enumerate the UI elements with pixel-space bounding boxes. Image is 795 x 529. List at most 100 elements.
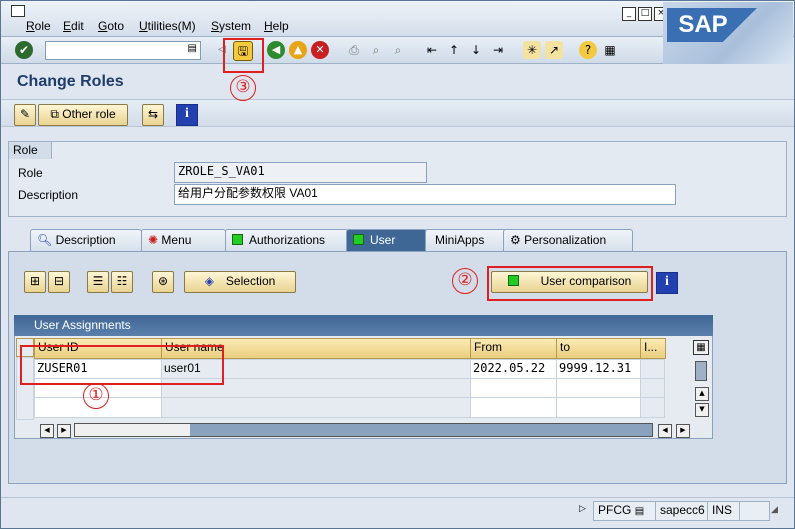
deselect-all-icon[interactable]: ☷ [111,271,133,293]
resize-grip-icon[interactable]: ◢ [771,505,778,515]
menu-help[interactable]: Help [264,19,289,33]
select-all-icon[interactable]: ☰ [87,271,109,293]
tab-user[interactable]: User [346,229,427,252]
menu-edit[interactable]: Edit [63,19,84,33]
exit-icon[interactable]: ▲ [289,41,307,59]
table-cell-empty[interactable] [470,397,560,418]
table-cell-empty[interactable] [556,397,644,418]
command-history-icon[interactable]: ▤ [188,43,197,54]
menu-role[interactable]: Role [26,19,51,33]
status-transaction: PFCG ▤ [593,501,661,521]
hierarchy-icon[interactable]: ⇆ [142,104,164,126]
status-list-icon[interactable]: ▤ [635,506,644,517]
status-transaction-text: PFCG [598,503,632,517]
annotation-one: ① [83,383,109,409]
layout-icon[interactable]: ▦ [601,41,619,59]
table-cell-empty [640,378,665,399]
standard-toolbar: ✔ ▤ ◁ 🖫 ◀ ▲ ✕ ⎙ ⌕ ⌕ ⇤ ↑ ↓ ⇥ ✳ ↗ ? ▦ [1,37,663,64]
scroll-right-icon[interactable]: ▶ [57,424,71,438]
table-cell-empty[interactable] [470,378,560,399]
insert-row-icon[interactable]: ⊞ [24,271,46,293]
table-cell-empty [640,397,665,418]
selection-icon: ◈ [204,274,214,288]
system-menu-icon[interactable] [11,5,25,17]
annotation-box-user-id [20,345,224,385]
title-bar: Change Roles [1,65,794,99]
scroll-down-icon[interactable]: ▼ [695,403,709,417]
status-empty [739,501,770,521]
tab-personalization[interactable]: ⚙ Personalization [503,229,633,252]
info-icon[interactable]: i [656,272,678,294]
table-settings-icon[interactable]: ▦ [693,340,709,355]
sap-logo: SAP [663,2,793,64]
annotation-three: ③ [230,75,256,101]
page-title: Change Roles [17,73,124,90]
column-header-from[interactable]: From [470,338,561,359]
tab-personalization-label: Personalization [524,233,607,247]
description-field[interactable]: 给用户分配参数权限 VA01 [174,184,676,205]
cell-to[interactable]: 9999.12.31 [556,359,644,380]
menu-system[interactable]: System [211,19,251,33]
role-group-title: Role [8,141,52,159]
previous-page-icon[interactable]: ↑ [445,41,463,59]
user-change-documents-icon[interactable]: ⊛ [152,271,174,293]
cancel-icon[interactable]: ✕ [311,41,329,59]
first-page-icon[interactable]: ⇤ [423,41,441,59]
scroll-right-icon[interactable]: ▶ [676,424,690,438]
create-session-icon[interactable]: ✳ [523,41,541,59]
help-icon[interactable]: ? [579,41,597,59]
vertical-scroll-thumb[interactable] [695,361,707,381]
find-icon[interactable]: ⌕ [367,41,385,59]
tab-authorizations-label: Authorizations [249,233,326,247]
tab-menu[interactable]: ✺ Menu [141,229,226,252]
tab-user-label: User [370,233,396,247]
role-label: Role [18,166,43,180]
other-role-button[interactable]: ⧉ Other role [38,104,128,126]
scroll-up-icon[interactable]: ▲ [695,387,709,401]
shortcut-icon[interactable]: ↗ [545,41,563,59]
tab-description[interactable]: 🔍︎ Description [30,229,142,252]
minimize-icon[interactable]: _ [622,7,636,21]
last-page-icon[interactable]: ⇥ [489,41,507,59]
command-field[interactable]: ▤ [45,41,201,60]
info-icon[interactable]: i [176,104,198,126]
annotation-box-user-comparison [487,266,653,301]
table-title: User Assignments [14,315,713,336]
next-page-icon[interactable]: ↓ [467,41,485,59]
scroll-left-icon[interactable]: ◀ [40,424,54,438]
status-server: sapecc6 [655,501,713,521]
delete-row-icon[interactable]: ⊟ [48,271,70,293]
horizontal-scroll-thumb[interactable] [75,424,190,436]
tab-menu-label: Menu [161,233,192,247]
cell-i [640,359,665,380]
green-square-icon [232,234,243,245]
other-role-label: Other role [62,107,116,121]
column-header-to[interactable]: to [556,338,645,359]
cell-from[interactable]: 2022.05.22 [470,359,560,380]
tab-miniapps[interactable]: MiniApps [425,229,509,252]
tab-description-label: Description [55,233,116,247]
maximize-icon[interactable]: □ [638,7,652,21]
menu-bug-icon: ✺ [148,233,159,247]
role-field: ZROLE_S_VA01 [174,162,427,183]
selection-label: Selection [225,274,276,288]
enter-icon[interactable]: ✔ [15,41,33,59]
vertical-scrollbar[interactable]: ▲ ▼ [693,359,709,417]
print-icon[interactable]: ⎙ [345,41,363,59]
back-icon[interactable]: ◀ [267,41,285,59]
find-next-icon[interactable]: ⌕ [389,41,407,59]
status-expand-icon[interactable]: ▷ [579,504,586,514]
status-bar: ▷ PFCG ▤ sapecc6 INS ◢ [1,497,794,521]
description-label: Description [18,188,79,202]
menu-goto[interactable]: Goto [98,19,124,33]
column-header-i[interactable]: I... [640,338,666,359]
menu-utilities[interactable]: Utilities(M) [139,19,196,33]
tab-authorizations[interactable]: Authorizations [225,229,349,252]
table-cell-empty[interactable] [556,378,644,399]
magnifier-icon: 🔍︎ [37,233,53,247]
selection-button[interactable]: ◈ Selection [184,271,296,293]
scroll-left-icon[interactable]: ◀ [658,424,672,438]
horizontal-scrollbar[interactable] [74,423,653,437]
annotation-two: ② [452,268,478,294]
display-change-icon[interactable]: ✎ [14,104,36,126]
